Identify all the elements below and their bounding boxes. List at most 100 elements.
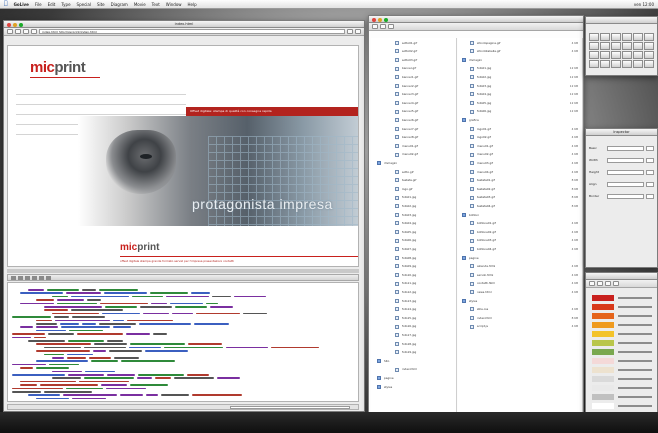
object-tool-icon[interactable] xyxy=(600,33,610,41)
inspector-value-field[interactable] xyxy=(607,193,644,199)
menu-clock[interactable]: ven 12:00 xyxy=(634,2,654,7)
menu-help[interactable]: Help xyxy=(188,2,197,7)
file-row[interactable]: news.html 4 KB xyxy=(458,289,582,295)
file-row[interactable]: menu01.gif 4 KB xyxy=(458,143,582,149)
close-window-icon[interactable] xyxy=(372,17,376,22)
file-row[interactable]: servizi.html 4 KB xyxy=(458,272,582,278)
inspector-unit-menu[interactable] xyxy=(646,181,654,187)
inspector-unit-menu[interactable] xyxy=(646,157,654,163)
file-row[interactable]: logo01.gif 4 KB xyxy=(458,126,582,132)
file-row[interactable]: foto04.jpg 12 KB xyxy=(458,92,582,98)
menu-special[interactable]: Special xyxy=(77,2,91,7)
menu-file[interactable]: File xyxy=(35,2,42,7)
file-row[interactable]: foto03.jpg 12 KB xyxy=(458,83,582,89)
object-tool-icon[interactable] xyxy=(611,42,621,50)
source-tool-icon[interactable] xyxy=(11,275,16,280)
folder-row[interactable]: bottoni xyxy=(458,212,582,218)
menu-golive[interactable]: GoLive xyxy=(14,2,29,7)
folder-row[interactable]: Sito xyxy=(371,358,456,364)
file-row[interactable]: testata01.gif 8 KB xyxy=(458,178,582,184)
palette-titlebar[interactable] xyxy=(586,17,657,24)
file-column-left[interactable]: sotto01.gif sotto02.gif sotto03.gif banner.… xyxy=(371,38,457,412)
object-tool-icon[interactable] xyxy=(622,42,632,50)
object-tool-icon[interactable] xyxy=(589,42,599,50)
file-row[interactable]: banner8.gif xyxy=(371,135,456,141)
color-swatch[interactable] xyxy=(592,340,614,346)
folder-row[interactable]: styles xyxy=(458,298,582,304)
file-row[interactable]: index.html 8 KB xyxy=(458,315,582,321)
object-tool-icon[interactable] xyxy=(644,42,654,50)
color-swatch[interactable] xyxy=(592,349,614,355)
object-tool-icon[interactable] xyxy=(611,60,621,68)
layout-preview[interactable]: micprint Offset digitale: stampa di qual… xyxy=(7,45,359,267)
file-row[interactable]: foto02.jpg 12 KB xyxy=(458,74,582,80)
file-row[interactable]: sfondopagina.gif 4 KB xyxy=(458,40,582,46)
file-row[interactable]: menu02.gif xyxy=(371,152,456,158)
status-field[interactable] xyxy=(230,406,350,409)
source-tool-icon[interactable] xyxy=(46,275,51,280)
inspector-value-field[interactable] xyxy=(607,169,644,175)
file-row[interactable]: banner7.gif xyxy=(371,126,456,132)
file-row[interactable]: banner4.gif xyxy=(371,100,456,106)
inspector-value-field[interactable] xyxy=(607,157,644,163)
object-tool-icon[interactable] xyxy=(622,33,632,41)
file-row[interactable]: script.js 4 KB xyxy=(458,324,582,330)
close-window-icon[interactable] xyxy=(7,22,11,27)
file-row[interactable]: foto16.jpg xyxy=(371,324,456,330)
file-row[interactable]: azienda.html 4 KB xyxy=(458,264,582,270)
file-column-right[interactable]: sfondopagina.gif 4 KB sfondotabella.gif 4 K… xyxy=(458,38,583,412)
folder-row[interactable]: immagini xyxy=(458,57,582,63)
folder-row[interactable]: grafica xyxy=(458,117,582,123)
object-tool-icon[interactable] xyxy=(633,42,643,50)
folder-row[interactable]: styles xyxy=(371,384,456,390)
menu-diagram[interactable]: Diagram xyxy=(111,2,128,7)
color-swatch[interactable] xyxy=(592,376,614,382)
back-button[interactable] xyxy=(372,24,378,29)
object-tool-icon[interactable] xyxy=(644,60,654,68)
settings-button[interactable] xyxy=(355,29,361,34)
address-field[interactable]: index.html Sito/miscprint/index.html xyxy=(39,29,345,34)
source-tool-icon[interactable] xyxy=(25,275,30,280)
pane-splitter[interactable] xyxy=(7,269,359,273)
layout-view-tab[interactable] xyxy=(7,29,13,34)
file-row[interactable]: menu01.gif xyxy=(371,143,456,149)
object-tool-icon[interactable] xyxy=(600,60,610,68)
menu-text[interactable]: Text xyxy=(152,2,160,7)
color-swatch[interactable] xyxy=(592,295,614,301)
file-row[interactable]: banner6.gif xyxy=(371,117,456,123)
file-row[interactable]: menu04.gif 4 KB xyxy=(458,169,582,175)
folder-row[interactable]: pagine xyxy=(458,255,582,261)
file-row[interactable]: index.html xyxy=(371,367,456,373)
object-tool-icon[interactable] xyxy=(633,51,643,59)
file-row[interactable]: sotto01.gif xyxy=(371,40,456,46)
object-tool-icon[interactable] xyxy=(611,33,621,41)
object-tool-icon[interactable] xyxy=(589,33,599,41)
object-tool-icon[interactable] xyxy=(600,51,610,59)
object-tool-icon[interactable] xyxy=(633,60,643,68)
file-row[interactable]: foto08.jpg xyxy=(371,255,456,261)
file-row[interactable]: foto02.jpg xyxy=(371,203,456,209)
preview-tab[interactable] xyxy=(23,29,29,34)
object-tool-icon[interactable] xyxy=(600,42,610,50)
color-swatch[interactable] xyxy=(592,385,614,391)
object-tool-icon[interactable] xyxy=(644,33,654,41)
file-row[interactable]: banner5.gif xyxy=(371,109,456,115)
menu-type[interactable]: Type xyxy=(61,2,70,7)
color-swatch[interactable] xyxy=(592,313,614,319)
file-row[interactable]: banner1.gif xyxy=(371,74,456,80)
file-row[interactable]: foto05.jpg 12 KB xyxy=(458,100,582,106)
file-row[interactable]: foto06.jpg xyxy=(371,238,456,244)
file-row[interactable]: foto01.jpg 12 KB xyxy=(458,66,582,72)
color-swatch[interactable] xyxy=(592,394,614,400)
file-row[interactable]: testata.gif xyxy=(371,178,456,184)
file-row[interactable]: banner3.gif xyxy=(371,92,456,98)
object-tool-icon[interactable] xyxy=(644,51,654,59)
file-row[interactable]: banner2.gif xyxy=(371,83,456,89)
inspector-value-field[interactable] xyxy=(607,181,644,187)
color-swatch[interactable] xyxy=(592,403,614,409)
file-row[interactable]: foto09.jpg xyxy=(371,264,456,270)
file-row[interactable]: sotto.gif xyxy=(371,169,456,175)
browser-titlebar[interactable] xyxy=(369,16,583,23)
folder-row[interactable]: immagini xyxy=(371,160,456,166)
file-row[interactable]: foto14.jpg xyxy=(371,307,456,313)
